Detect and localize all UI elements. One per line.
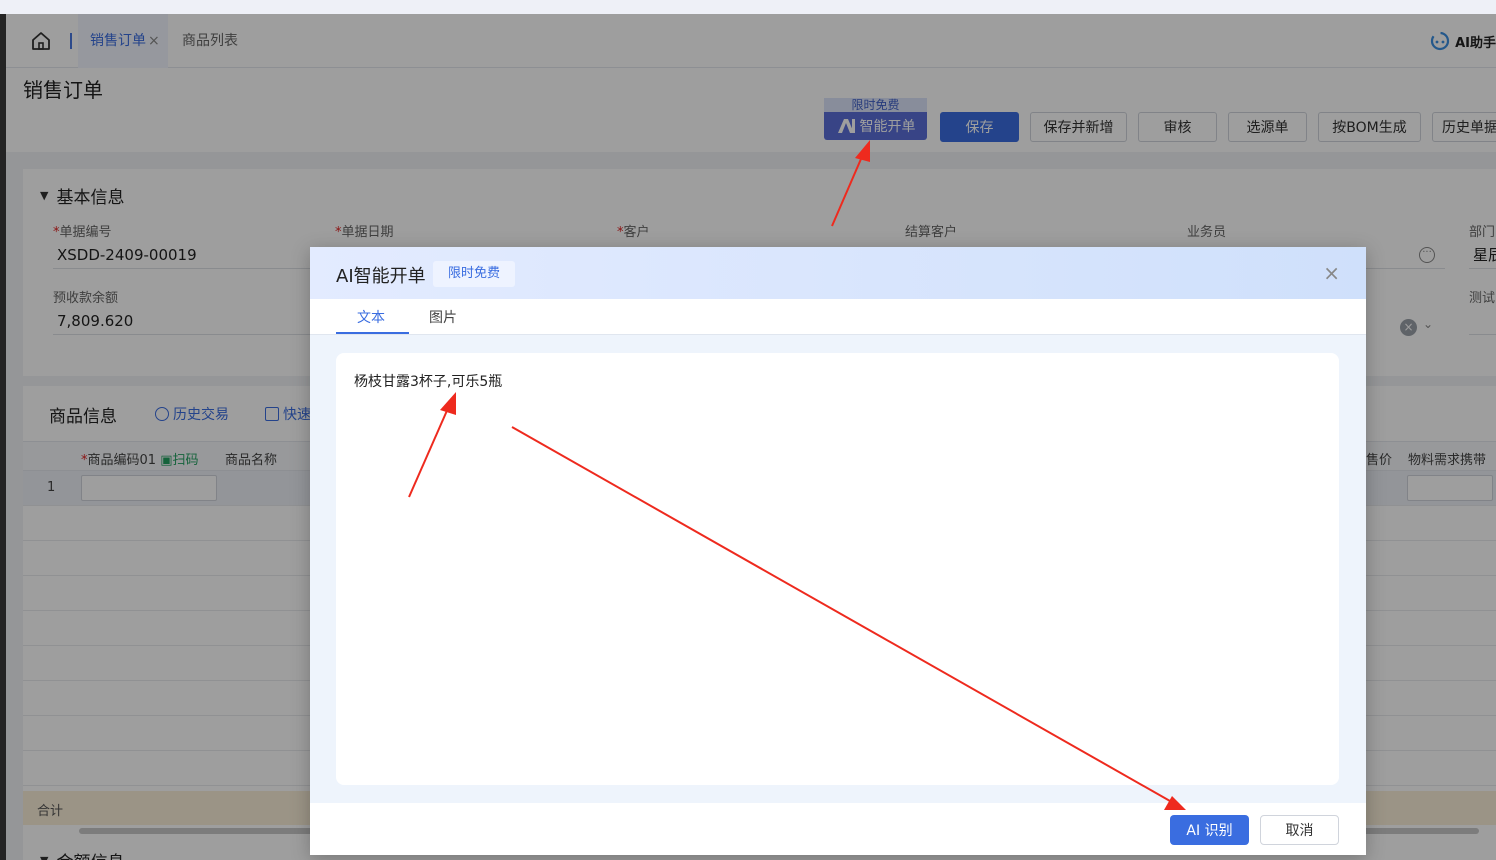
order-text-input[interactable]: 杨枝甘露3杯子,可乐5瓶	[336, 353, 1339, 785]
dialog-title: AI智能开单	[336, 266, 426, 287]
top-strip	[0, 0, 1496, 14]
ai-order-dialog: AI智能开单 限时免费 × 文本 图片 杨枝甘露3杯子,可乐5瓶 AI 识别 取…	[310, 247, 1366, 855]
dialog-tabs: 文本 图片	[310, 299, 1366, 335]
dialog-header: AI智能开单 限时免费 ×	[310, 247, 1366, 299]
dialog-free-badge: 限时免费	[433, 261, 515, 287]
tab-text[interactable]: 文本	[357, 307, 385, 327]
dialog-footer: AI 识别 取消	[310, 803, 1366, 855]
order-text-value: 杨枝甘露3杯子,可乐5瓶	[354, 374, 503, 390]
close-icon[interactable]: ×	[1323, 263, 1340, 283]
active-tab-indicator	[336, 332, 409, 334]
cancel-button[interactable]: 取消	[1260, 815, 1339, 845]
tab-image[interactable]: 图片	[429, 307, 457, 327]
ai-recognize-button[interactable]: AI 识别	[1170, 815, 1249, 845]
